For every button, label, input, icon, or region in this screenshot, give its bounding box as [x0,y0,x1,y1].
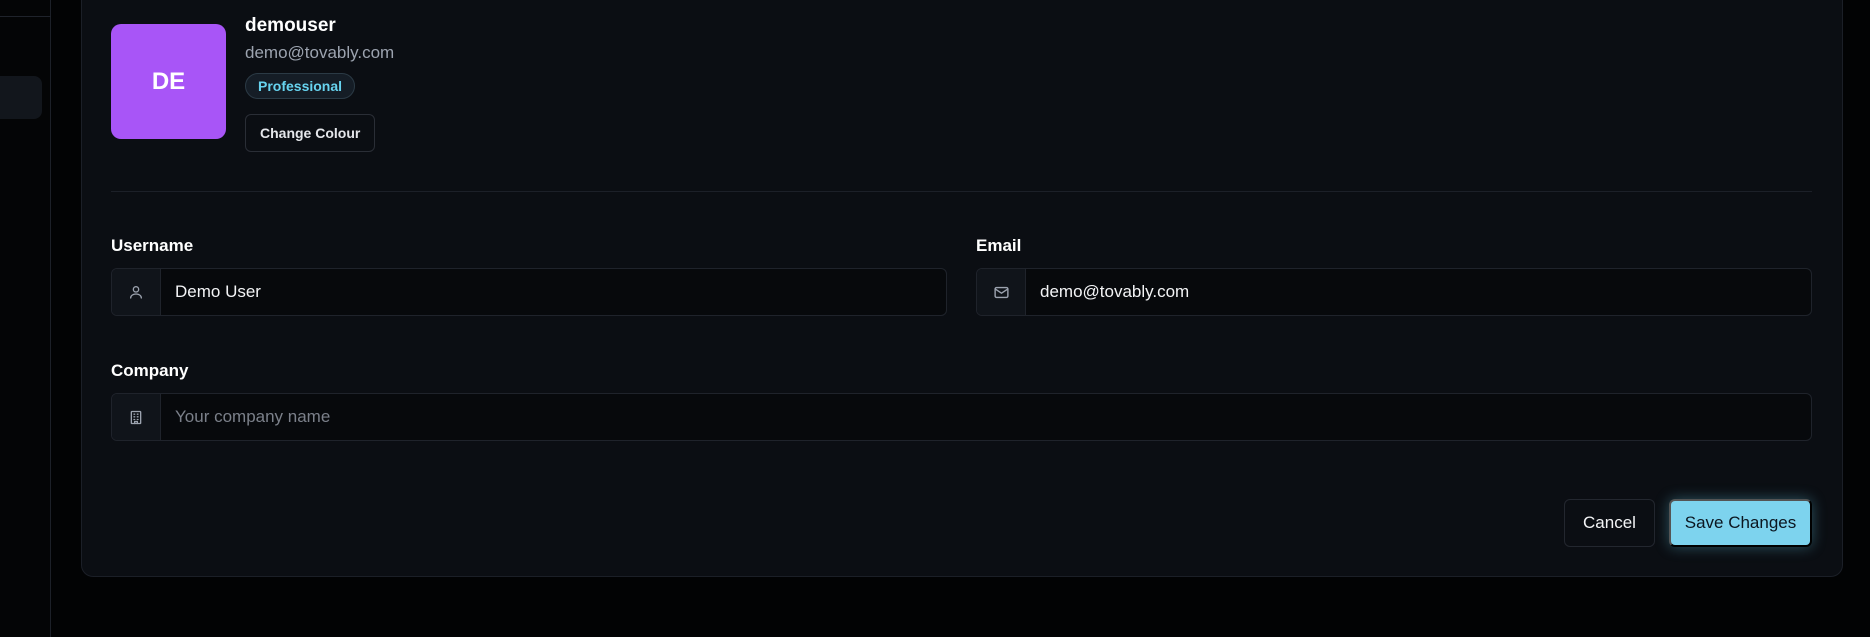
username-label: Username [111,236,194,255]
cancel-button[interactable]: Cancel [1564,499,1655,547]
profile-username: demouser [245,15,336,36]
company-field-group [111,393,1812,441]
save-changes-button[interactable]: Save Changes [1669,499,1812,547]
change-colour-button[interactable]: Change Colour [245,114,376,152]
company-input[interactable] [161,394,1811,440]
email-input[interactable] [1026,269,1811,315]
username-input[interactable] [161,269,946,315]
profile-email: demo@tovably.com [245,43,395,62]
sidebar-divider [0,16,51,17]
email-label: Email [976,236,1022,255]
section-divider [111,191,1812,192]
plan-badge: Professional [245,73,356,99]
company-label: Company [111,361,189,380]
sidebar-active-item[interactable] [0,76,42,119]
building-icon [112,394,161,440]
avatar-initials: DE [151,67,186,95]
sidebar [0,0,51,637]
user-icon [112,269,161,315]
email-field-group [976,268,1812,316]
username-field-group [111,268,947,316]
mail-icon [977,269,1026,315]
avatar: DE [111,24,226,139]
